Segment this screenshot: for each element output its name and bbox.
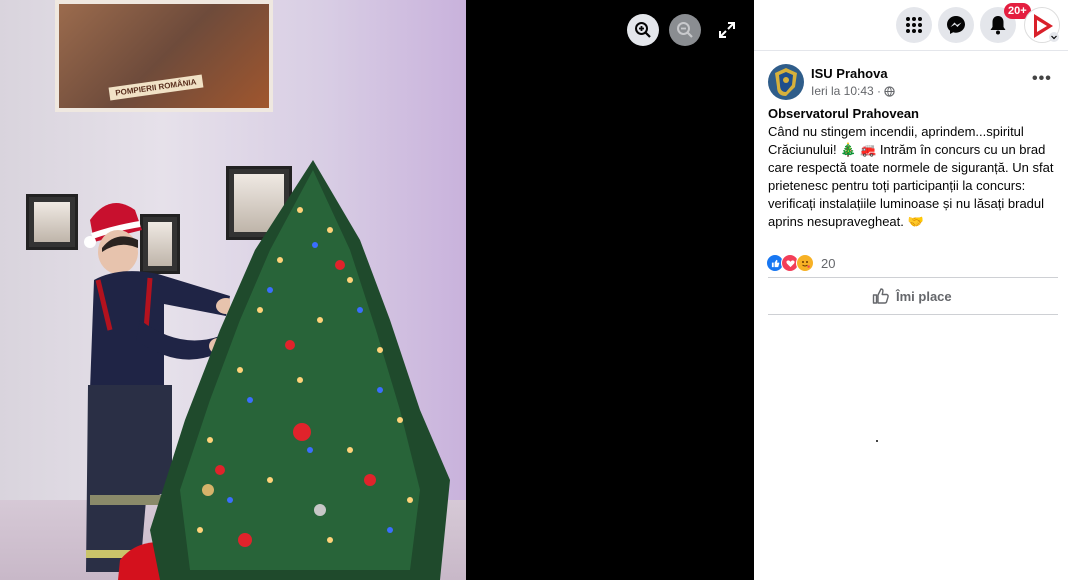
grid-icon <box>906 17 922 33</box>
post-timestamp[interactable]: Ieri la 10:43 · <box>811 84 895 98</box>
zoom-in-icon <box>635 22 651 38</box>
post-side-panel: 20+ ISU Prahova Ieri la 10:43 · ••• Obse… <box>754 0 1068 580</box>
fullscreen-button[interactable] <box>711 14 743 46</box>
post-text: Observatorul Prahovean Când nu stingem i… <box>768 105 1062 231</box>
post-photo[interactable]: POMPIERII ROMÂNIA <box>0 0 466 580</box>
post-author-name[interactable]: ISU Prahova <box>811 66 888 81</box>
top-bar: 20+ <box>754 0 1068 51</box>
zoom-out-button[interactable] <box>669 14 701 46</box>
post-options-button[interactable]: ••• <box>1032 70 1052 88</box>
expand-icon <box>719 22 735 38</box>
messenger-icon <box>947 16 965 34</box>
coat-of-arms-icon <box>775 68 797 96</box>
reaction-summary[interactable]: 20 <box>766 254 835 272</box>
thumbs-up-icon <box>872 288 889 304</box>
more-options-icon: ••• <box>1032 70 1052 87</box>
wall-poster: POMPIERII ROMÂNIA <box>55 0 273 112</box>
chevron-down-icon[interactable] <box>1049 32 1059 42</box>
divider-bottom <box>768 314 1058 315</box>
wall-frame-left <box>26 194 78 250</box>
post-body: Când nu stingem incendii, aprindem...spi… <box>768 124 1054 229</box>
reaction-count: 20 <box>821 255 836 271</box>
care-reaction-icon <box>796 254 814 272</box>
zoom-in-button[interactable] <box>627 14 659 46</box>
messenger-button[interactable] <box>938 7 974 43</box>
poster-caption: POMPIERII ROMÂNIA <box>108 74 204 101</box>
like-label: Îmi place <box>896 288 952 304</box>
photo-viewer: POMPIERII ROMÂNIA <box>0 0 754 580</box>
divider-top <box>768 277 1058 278</box>
christmas-tree <box>150 160 450 580</box>
zoom-out-icon <box>677 22 693 38</box>
dot-marker <box>876 440 878 442</box>
post-headline: Observatorul Prahovean <box>768 106 919 121</box>
menu-button[interactable] <box>896 7 932 43</box>
like-button[interactable]: Îmi place <box>872 287 952 305</box>
globe-icon <box>884 85 895 97</box>
bell-icon <box>990 16 1006 35</box>
post-author-avatar[interactable] <box>768 64 804 100</box>
post-time-text: Ieri la 10:43 · <box>811 84 882 98</box>
